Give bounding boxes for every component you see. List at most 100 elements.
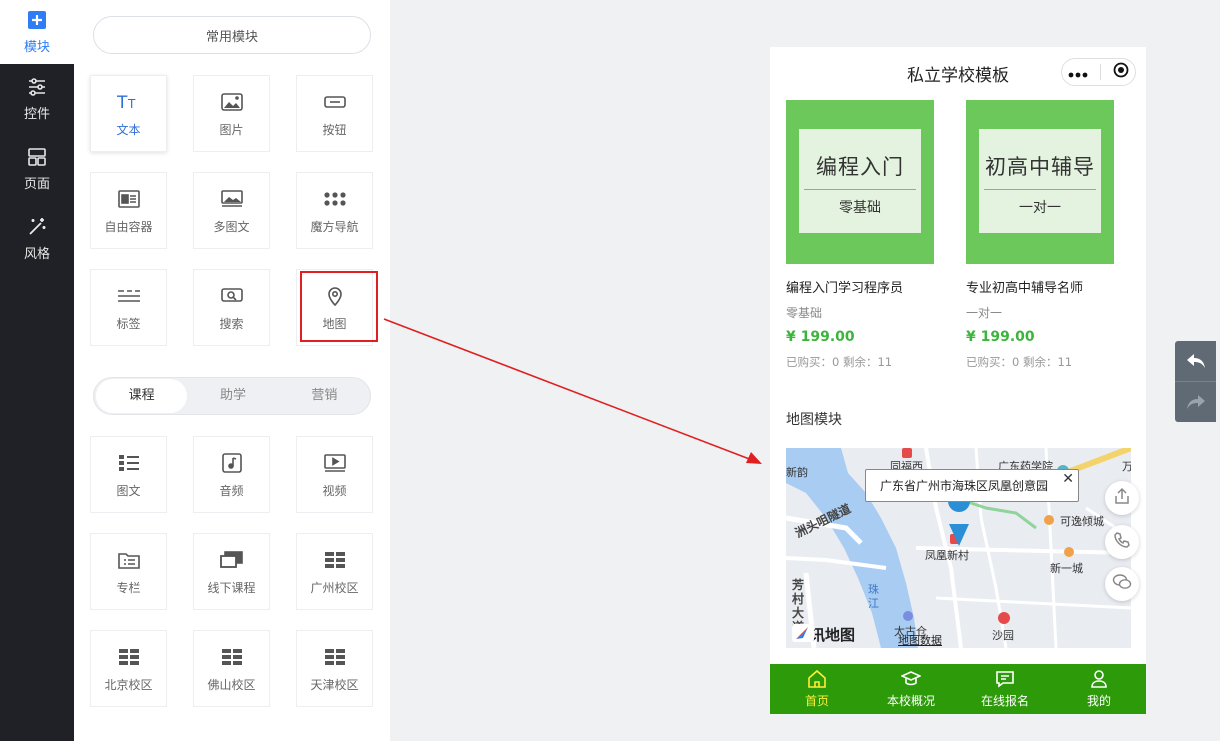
wechat-button[interactable]	[1105, 567, 1139, 601]
tab-home[interactable]: 首页	[770, 664, 864, 714]
campus-grid-icon	[323, 548, 347, 572]
card-image-title: 初高中辅导	[985, 155, 1095, 179]
module-tile-tag[interactable]: 标签	[90, 269, 167, 346]
left-nav-rail: 模块 控件 页面 风格	[0, 0, 74, 741]
svg-text:T: T	[117, 93, 128, 112]
map-river-label: 珠江	[868, 583, 879, 610]
tile-label: 按钮	[322, 122, 347, 137]
home-icon	[808, 669, 826, 688]
course-stats: 已购买：0 剩余：11	[786, 355, 893, 369]
phone-icon	[1113, 531, 1131, 553]
course-card[interactable]: 编程入门 零基础 编程入门学习程序员 零基础 ¥ 199.00 已购买：0 剩余…	[786, 100, 934, 370]
rail-item-pages[interactable]: 页面	[0, 134, 74, 204]
tab-label: 在线报名	[980, 694, 1029, 708]
module-tile-video[interactable]: 视频	[296, 436, 373, 513]
card-image-subtitle: 一对一	[1019, 200, 1061, 216]
list-image-icon	[117, 451, 141, 475]
video-icon	[323, 451, 347, 475]
card-image-divider	[984, 189, 1096, 190]
user-icon	[1091, 670, 1107, 688]
tab-online-signup[interactable]: 在线报名	[958, 664, 1052, 714]
undo-redo-panel	[1175, 341, 1216, 422]
map-tile-highlight-box	[300, 271, 378, 342]
course-subtitle: 零基础	[786, 306, 823, 320]
undo-icon	[1186, 354, 1205, 368]
miniapp-capsule[interactable]	[1061, 58, 1136, 86]
undo-button[interactable]	[1175, 341, 1216, 381]
close-target-icon[interactable]	[1113, 62, 1129, 82]
course-price: ¥ 199.00	[966, 329, 1035, 345]
module-tile-tianjin-campus[interactable]: 天津校区	[296, 630, 373, 707]
phone-call-button[interactable]	[1105, 525, 1139, 559]
tab-profile[interactable]: 我的	[1052, 664, 1146, 714]
common-modules-button[interactable]: 常用模块	[93, 16, 371, 54]
module-tile-search[interactable]: 搜索	[193, 269, 270, 346]
close-icon[interactable]: ✕	[1062, 471, 1074, 487]
capsule-divider	[1100, 64, 1101, 80]
tab-school-overview[interactable]: 本校概况	[864, 664, 958, 714]
rail-item-modules[interactable]: 模块	[0, 0, 74, 64]
compass-icon	[792, 624, 814, 642]
tile-label: 音频	[219, 483, 244, 498]
graduation-cap-icon	[901, 671, 921, 686]
module-tile-cube-nav[interactable]: 魔方导航	[296, 172, 373, 249]
message-icon	[996, 671, 1014, 688]
map-module-title: 地图模块	[786, 412, 842, 428]
phone-preview: 私立学校模板 编程入门 零基础 编程入门学习程序员 零基础 ¥ 199.00 已…	[770, 47, 1146, 714]
module-tile-button[interactable]: 按钮	[296, 75, 373, 152]
course-card[interactable]: 初高中辅导 一对一 专业初高中辅导名师 一对一 ¥ 199.00 已购买：0 剩…	[966, 100, 1114, 370]
map-place-label: 凤凰新村	[925, 549, 969, 562]
search-icon	[220, 284, 244, 308]
page-layout-icon	[27, 147, 47, 167]
course-stats: 已购买：0 剩余：11	[966, 355, 1073, 369]
rail-item-controls[interactable]: 控件	[0, 64, 74, 134]
module-tile-guangzhou-campus[interactable]: 广州校区	[296, 533, 373, 610]
campus-grid-icon	[220, 645, 244, 669]
card-image-subtitle: 零基础	[839, 200, 881, 216]
course-card-image: 编程入门 零基础	[786, 100, 934, 264]
module-tile-audio[interactable]: 音频	[193, 436, 270, 513]
sliders-icon	[27, 77, 47, 97]
map-place-label: 沙园	[992, 629, 1014, 642]
module-tile-text[interactable]: TT 文本	[90, 75, 167, 152]
bottom-tab-bar: 首页 本校概况 在线报名 我的	[770, 664, 1146, 714]
module-tile-foshan-campus[interactable]: 佛山校区	[193, 630, 270, 707]
course-price: ¥ 199.00	[786, 329, 855, 345]
tile-label: 专栏	[116, 580, 141, 595]
map-view[interactable]: 新韵 同福西 广东药学院 万 洲头咀隧道 可逸倾城 凤凰新村 新一城 芳村大道 …	[786, 448, 1131, 648]
tab-course[interactable]: 课程	[96, 379, 188, 413]
course-subtitle: 一对一	[966, 306, 1003, 320]
container-icon	[117, 187, 141, 211]
module-tile-offline-course[interactable]: 线下课程	[193, 533, 270, 610]
tab-study-aid[interactable]: 助学	[187, 379, 278, 413]
tab-marketing[interactable]: 营销	[279, 379, 370, 413]
tile-label: 图片	[219, 122, 244, 137]
tile-label: 标签	[116, 316, 141, 331]
map-place-label: 可逸倾城	[1060, 515, 1104, 528]
module-tile-image[interactable]: 图片	[193, 75, 270, 152]
magic-wand-icon	[27, 217, 47, 237]
tile-label: 线下课程	[207, 580, 256, 595]
tile-label: 图文	[116, 483, 141, 498]
map-data-link[interactable]: 地图数据	[898, 632, 942, 648]
module-tile-column[interactable]: 专栏	[90, 533, 167, 610]
module-tile-beijing-campus[interactable]: 北京校区	[90, 630, 167, 707]
tencent-map-logo: 腾讯地图	[792, 624, 855, 645]
tile-label: 多图文	[213, 219, 250, 234]
redo-button[interactable]	[1175, 382, 1216, 422]
address-info-bubble: 广东省广州市海珠区凤凰创意园 ✕	[865, 469, 1079, 502]
multi-image-icon	[220, 187, 244, 211]
course-name: 专业初高中辅导名师	[966, 281, 1084, 296]
wechat-icon	[1112, 573, 1132, 595]
more-dots-icon[interactable]	[1068, 63, 1088, 82]
map-address-text: 广东省广州市海珠区凤凰创意园	[880, 479, 1049, 493]
rail-item-style[interactable]: 风格	[0, 204, 74, 274]
module-tile-multi-image[interactable]: 多图文	[193, 172, 270, 249]
category-tabs: 课程 助学 营销	[93, 377, 371, 415]
plus-square-icon	[27, 10, 47, 30]
module-tile-article[interactable]: 图文	[90, 436, 167, 513]
module-panel: 常用模块 TT 文本 图片 按钮 自由容器 多图文 魔方导航 标签 搜索 地图 …	[74, 0, 390, 741]
tile-label: 佛山校区	[207, 677, 256, 692]
share-button[interactable]	[1105, 481, 1139, 515]
module-tile-container[interactable]: 自由容器	[90, 172, 167, 249]
